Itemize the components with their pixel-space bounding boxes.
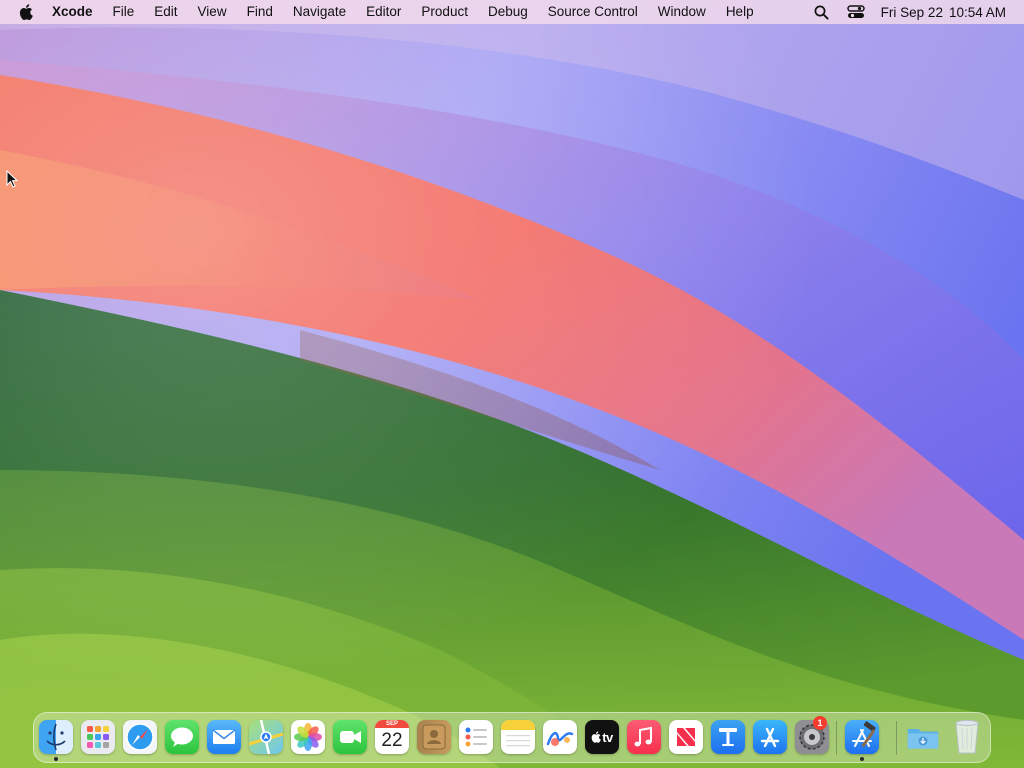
dock-safari-icon[interactable] [123, 720, 157, 754]
clock-time: 10:54 AM [948, 4, 1006, 20]
dock-tv-icon[interactable]: tv [585, 720, 619, 754]
menu-find[interactable]: Find [237, 0, 283, 24]
menu-window[interactable]: Window [648, 0, 716, 24]
mouse-pointer-icon [6, 170, 18, 188]
menu-debug[interactable]: Debug [478, 0, 538, 24]
dock-music-icon[interactable] [627, 720, 661, 754]
menu-navigate[interactable]: Navigate [283, 0, 356, 24]
system-settings-badge: 1 [813, 716, 827, 730]
dock-trash-icon[interactable] [950, 720, 984, 754]
wallpaper [0, 0, 1024, 768]
dock-divider-2 [896, 721, 897, 755]
menu-app-name[interactable]: Xcode [52, 0, 103, 24]
menu-file[interactable]: File [103, 0, 145, 24]
menu-editor[interactable]: Editor [356, 0, 411, 24]
dock-app-store-icon[interactable] [753, 720, 787, 754]
dock-downloads-folder-icon[interactable] [906, 720, 940, 754]
dock-finder-icon[interactable] [39, 720, 73, 754]
menu-bar-clock[interactable]: Fri Sep 22 10:54 AM [881, 5, 1006, 20]
dock-facetime-icon[interactable] [333, 720, 367, 754]
menu-view[interactable]: View [188, 0, 237, 24]
desktop: Xcode File Edit View Find Navigate Edito… [0, 0, 1024, 768]
menu-product[interactable]: Product [411, 0, 478, 24]
dock-keynote-icon[interactable] [711, 720, 745, 754]
control-center-icon[interactable] [846, 3, 865, 21]
dock-mail-icon[interactable] [207, 720, 241, 754]
spotlight-search-icon[interactable] [813, 3, 831, 21]
dock: SEP 22 tv 1 [33, 712, 991, 763]
apple-logo-icon[interactable] [18, 4, 34, 20]
dock-photos-icon[interactable] [291, 720, 325, 754]
dock-notes-icon[interactable] [501, 720, 535, 754]
dock-maps-icon[interactable] [249, 720, 283, 754]
calendar-month-label: SEP [375, 720, 409, 728]
dock-reminders-icon[interactable] [459, 720, 493, 754]
dock-news-icon[interactable] [669, 720, 703, 754]
dock-calendar-icon[interactable]: SEP 22 [375, 720, 409, 754]
xcode-running-indicator [860, 757, 864, 761]
menu-bar-extras: Fri Sep 22 10:54 AM [813, 0, 1006, 24]
menu-bar: Xcode File Edit View Find Navigate Edito… [0, 0, 1024, 24]
dock-messages-icon[interactable] [165, 720, 199, 754]
tv-label: tv [602, 729, 613, 745]
menu-help[interactable]: Help [716, 0, 764, 24]
finder-running-indicator [54, 757, 58, 761]
dock-xcode-icon[interactable] [845, 720, 879, 754]
dock-divider [836, 721, 837, 755]
menu-edit[interactable]: Edit [144, 0, 187, 24]
calendar-day-label: 22 [381, 730, 403, 751]
clock-date: Fri Sep 22 [880, 4, 943, 20]
menu-source-control[interactable]: Source Control [538, 0, 648, 24]
dock-contacts-icon[interactable] [417, 720, 451, 754]
dock-freeform-icon[interactable] [543, 720, 577, 754]
dock-launchpad-icon[interactable] [81, 720, 115, 754]
